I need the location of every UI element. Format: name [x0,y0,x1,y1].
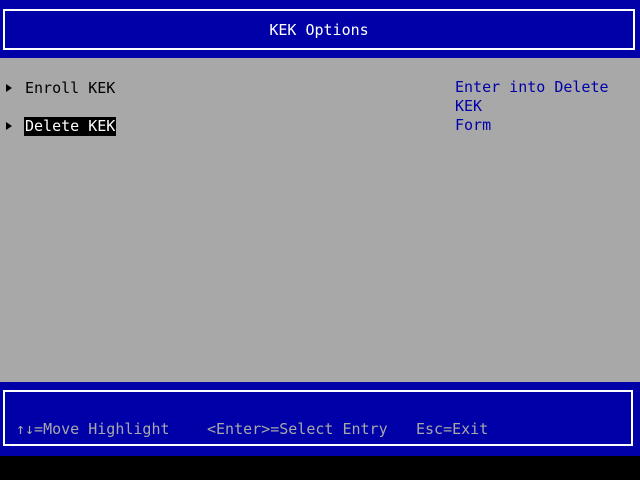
right-pointer-icon [6,84,12,92]
menu-item-label: Delete KEK [24,116,117,136]
menu-item-delete-kek[interactable]: Delete KEK [6,116,117,136]
firmware-setup-screen: KEK Options Enroll KEK Delete KEK Enter … [0,0,640,480]
main-panel: Enroll KEK Delete KEK Enter into Delete … [0,58,640,382]
page-title: KEK Options [269,20,369,39]
menu-item-enroll-kek[interactable]: Enroll KEK [6,78,116,98]
move-highlight-hint: ↑↓=Move Highlight [16,420,170,438]
menu-item-label: Enroll KEK [25,78,116,97]
footer-bar: ↑↓=Move Highlight <Enter>=Select Entry E… [0,382,640,456]
help-text: Enter into Delete KEK Form [455,78,609,134]
select-entry-hint: <Enter>=Select Entry [207,420,388,438]
bottom-strip [0,456,640,480]
exit-hint: Esc=Exit [416,420,489,438]
header-bar: KEK Options [0,0,640,58]
header-frame: KEK Options [3,9,635,50]
right-pointer-icon [6,122,12,130]
